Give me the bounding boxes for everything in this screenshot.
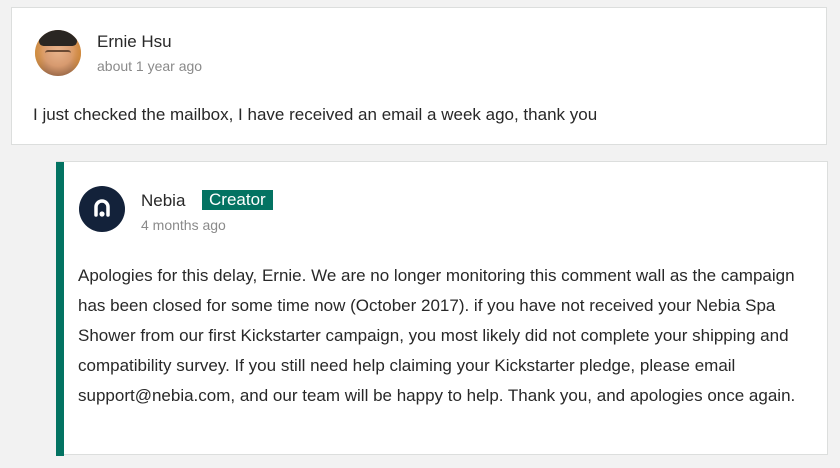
comment-author[interactable]: Ernie Hsu [97,32,172,52]
nebia-logo-icon[interactable] [79,186,125,232]
reply-card: Nebia Creator 4 months ago Apologies for… [56,161,828,456]
avatar-hair [39,30,77,46]
reply-author[interactable]: Nebia [141,191,185,211]
creator-badge: Creator [202,190,273,210]
comment-timestamp[interactable]: about 1 year ago [97,58,202,74]
avatar-glasses [45,50,71,58]
nebia-logo-svg [94,199,110,217]
comment-card: Ernie Hsu about 1 year ago I just checke… [11,7,827,145]
reply-body: Apologies for this delay, Ernie. We are … [78,266,796,405]
comment-body: I just checked the mailbox, I have recei… [33,105,598,124]
creator-accent-bar [56,162,64,456]
reply-timestamp[interactable]: 4 months ago [141,217,226,233]
avatar[interactable] [35,30,81,76]
